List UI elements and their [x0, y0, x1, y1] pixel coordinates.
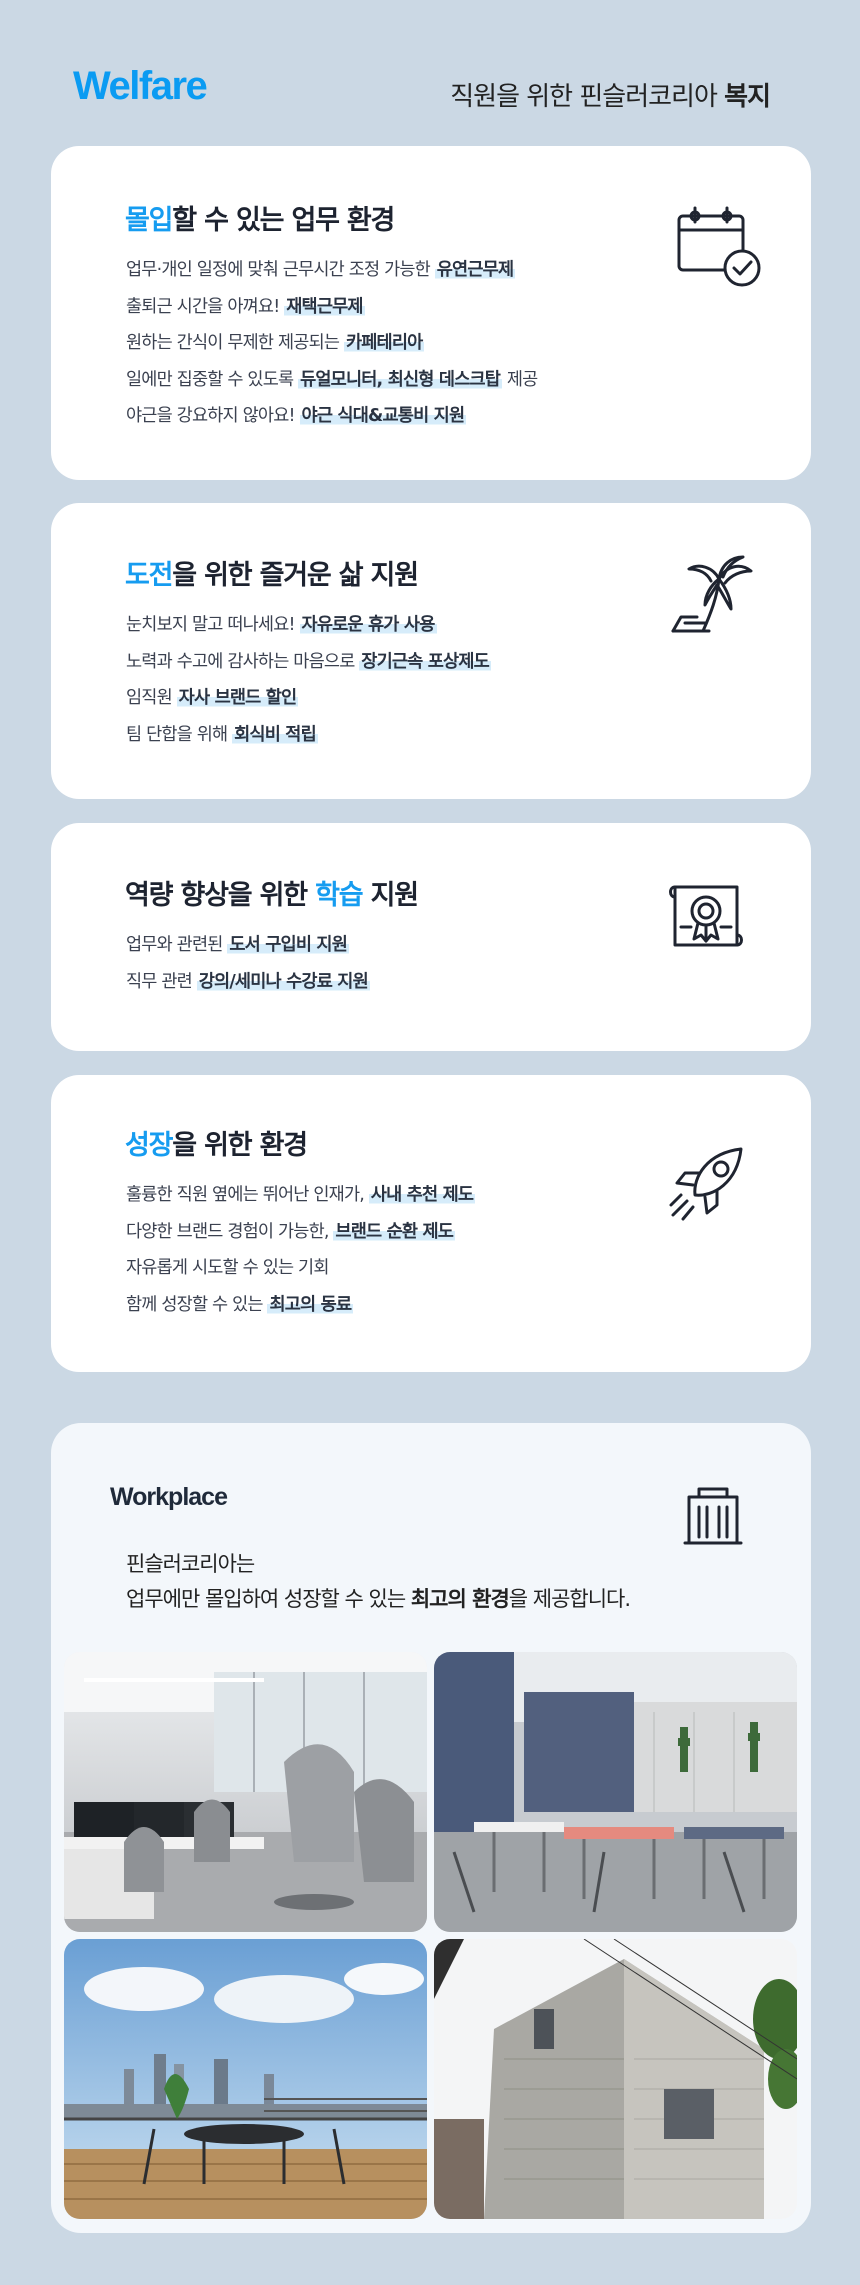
welfare-logo: Welfare [73, 64, 208, 108]
rocket-icon [665, 1139, 751, 1229]
rooftop-terrace-photo [64, 1939, 427, 2219]
title-rest: 지원 [362, 880, 420, 911]
benefit-list: 훌륭한 직원 옆에는 뛰어난 인재가, 사내 추천 제도 다양한 브랜드 경험이… [126, 1177, 476, 1323]
office-desks-photo [64, 1652, 427, 1932]
title-accent: 몰입 [125, 205, 173, 236]
benefit-line: 출퇴근 시간을 아껴요! 재택근무제 [126, 296, 365, 317]
palm-tree-icon [669, 553, 759, 641]
benefit-list: 업무와 관련된 도서 구입비 지원 직무 관련 강의/세미나 수강료 지원 [126, 927, 370, 1000]
workplace-title: Workplace [110, 1483, 228, 1511]
benefit-line: 원하는 간식이 무제한 제공되는 카페테리아 [126, 333, 425, 353]
title-rest: 을 위한 즐거운 삶 지원 [172, 560, 419, 591]
benefit-line: 임직원 자사 브랜드 할인 [126, 688, 299, 708]
benefit-card-challenge: 도전을 위한 즐거운 삶 지원 눈치보지 말고 떠나세요! 자유로운 휴가 사용… [51, 503, 811, 799]
certificate-icon [665, 879, 747, 963]
benefit-card-growth: 성장을 위한 환경 훌륭한 직원 옆에는 뛰어난 인재가, 사내 추천 제도 다… [51, 1075, 811, 1372]
benefit-list: 눈치보지 말고 떠나세요! 자유로운 휴가 사용 노력과 수고에 감사하는 마음… [126, 607, 491, 753]
workplace-section: Workplace 핀슬러코리아는 업무에만 몰입하여 성장할 수 있는 최고의… [51, 1423, 811, 2233]
title-accent: 성장 [125, 1130, 173, 1161]
benefit-line: 훌륭한 직원 옆에는 뛰어난 인재가, 사내 추천 제도 [126, 1185, 476, 1205]
benefit-list: 업무·개인 일정에 맞춰 근무시간 조정 가능한 유연근무제 출퇴근 시간을 아… [126, 252, 538, 435]
tagline-prefix: 직원을 위한 핀슬러코리아 [450, 82, 725, 112]
header-tagline: 직원을 위한 핀슬러코리아 복지 [450, 76, 771, 113]
benefit-line: 업무와 관련된 도서 구입비 지원 [126, 935, 350, 955]
benefit-line: 함께 성장할 수 있는 최고의 동료 [126, 1294, 354, 1315]
benefit-card-learning: 역량 향상을 위한 학습 지원 업무와 관련된 도서 구입비 지원 직무 관련 … [51, 823, 811, 1051]
page-header: Welfare 직원을 위한 핀슬러코리아 복지 [0, 0, 860, 150]
card-title: 역량 향상을 위한 학습 지원 [125, 873, 420, 912]
office-building-icon [681, 1483, 745, 1551]
workplace-desc-line: 업무에만 몰입하여 성장할 수 있는 최고의 환경을 제공합니다. [126, 1587, 631, 1611]
workplace-desc-line: 핀슬러코리아는 [126, 1552, 255, 1576]
benefit-card-immersion: 몰입할 수 있는 업무 환경 업무·개인 일정에 맞춰 근무시간 조정 가능한 … [51, 146, 811, 480]
benefit-line: 눈치보지 말고 떠나세요! 자유로운 휴가 사용 [126, 615, 437, 635]
card-title: 도전을 위한 즐거운 삶 지원 [125, 553, 419, 592]
workplace-description: 핀슬러코리아는 업무에만 몰입하여 성장할 수 있는 최고의 환경을 제공합니다… [126, 1547, 631, 1617]
title-rest: 을 위한 환경 [172, 1130, 308, 1161]
benefit-line: 직무 관련 강의/세미나 수강료 지원 [126, 971, 370, 992]
benefit-line: 야근을 강요하지 않아요! 야근 식대&교통비 지원 [126, 406, 467, 426]
benefit-line: 업무·개인 일정에 맞춰 근무시간 조정 가능한 유연근무제 [126, 260, 516, 280]
benefit-line: 노력과 수고에 감사하는 마음으로 장기근속 포상제도 [126, 651, 491, 672]
benefit-line: 팀 단합을 위해 회식비 적립 [126, 724, 318, 745]
benefit-line: 일에만 집중할 수 있도록 듀얼모니터, 최신형 데스크탑 제공 [126, 369, 538, 390]
card-title: 몰입할 수 있는 업무 환경 [125, 198, 395, 237]
title-accent: 학습 [315, 880, 363, 911]
title-accent: 도전 [125, 560, 173, 591]
card-title: 성장을 위한 환경 [125, 1123, 308, 1162]
title-prefix: 역량 향상을 위한 [125, 880, 316, 911]
benefit-line: 자유롭게 시도할 수 있는 기회 [126, 1258, 329, 1278]
title-rest: 할 수 있는 업무 환경 [172, 205, 395, 236]
building-exterior-photo [434, 1939, 797, 2219]
calendar-check-icon [675, 202, 765, 296]
tagline-emphasis: 복지 [724, 82, 771, 112]
benefit-line: 다양한 브랜드 경험이 가능한, 브랜드 순환 제도 [126, 1221, 456, 1242]
cafeteria-terrace-photo [434, 1652, 797, 1932]
